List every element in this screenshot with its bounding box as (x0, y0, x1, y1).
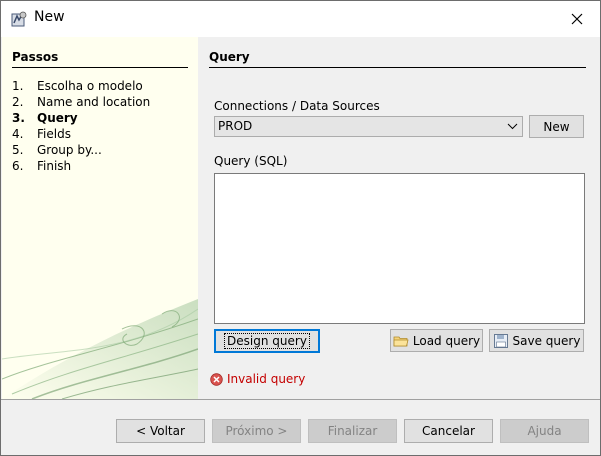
steps-title: Passos (12, 50, 188, 68)
close-icon (571, 13, 583, 24)
save-query-label: Save query (512, 333, 581, 348)
step-item: 5. Group by... (12, 143, 102, 157)
error-text: Invalid query (227, 372, 306, 386)
steps-list: 1. Escolha o modelo 2. Name and location 3… (12, 78, 150, 174)
save-query-button[interactable]: Save query (489, 329, 584, 352)
cancel-button[interactable]: Cancelar (404, 419, 493, 443)
step-item: 4. Fields (12, 127, 71, 141)
folder-icon (393, 336, 409, 346)
query-sql-label: Query (SQL) (214, 154, 288, 168)
design-query-button[interactable]: Design query (214, 329, 320, 353)
step-item-current: 3. Query (12, 111, 78, 125)
step-item: 1. Escolha o modelo (12, 79, 143, 93)
chevron-down-icon (507, 117, 518, 136)
new-connection-button[interactable]: New (529, 115, 584, 138)
close-button[interactable] (554, 1, 600, 36)
help-button[interactable]: Ajuda (500, 419, 589, 443)
content-title: Query (209, 50, 586, 68)
window-title: New (34, 9, 65, 25)
design-query-label: Design query (224, 333, 310, 349)
steps-panel: Passos 1. Escolha o modelo 2. Name and loc… (2, 37, 198, 399)
java-app-icon (11, 11, 27, 27)
save-disk-icon (493, 333, 508, 348)
title-bar: New (1, 1, 600, 37)
wizard-window: New Passos 1. Escolha o modelo 2. Name and… (0, 0, 601, 456)
error-icon (210, 372, 223, 386)
validation-message: Invalid query (210, 372, 305, 386)
load-query-button[interactable]: Load query (390, 329, 483, 352)
step-item: 6. Finish (12, 159, 72, 173)
connections-label: Connections / Data Sources (214, 99, 380, 113)
footer-separator (1, 399, 600, 400)
connection-select-value: PROD (218, 119, 253, 133)
load-query-label: Load query (412, 333, 481, 348)
next-button[interactable]: Próximo > (212, 419, 301, 443)
step-item: 2. Name and location (12, 95, 151, 109)
finish-button[interactable]: Finalizar (308, 419, 397, 443)
back-button[interactable]: < Voltar (116, 419, 205, 443)
decorative-swirl-graphic (2, 299, 198, 399)
connection-select[interactable]: PROD (214, 116, 523, 137)
content-panel: Query Connections / Data Sources PROD Ne… (198, 37, 600, 399)
query-sql-textarea[interactable] (214, 173, 585, 324)
